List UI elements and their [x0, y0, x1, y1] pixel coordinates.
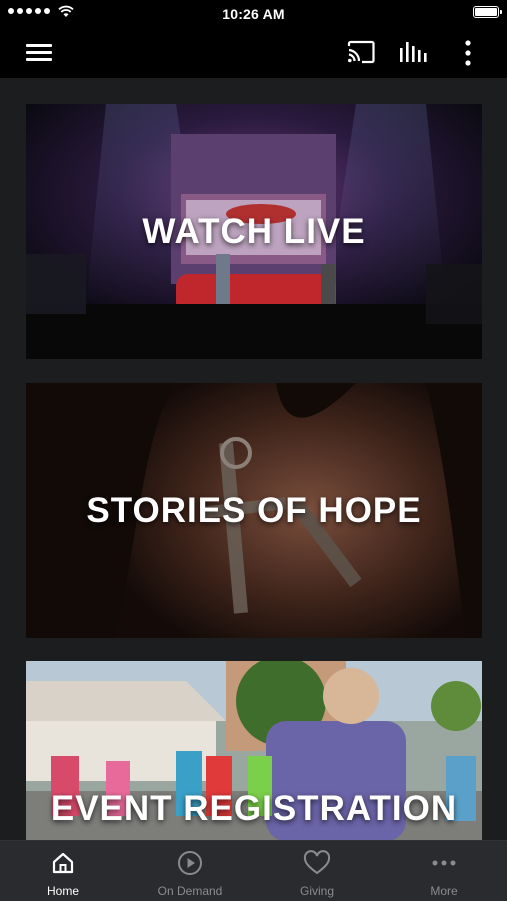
watch-live-title: WATCH LIVE [142, 211, 366, 251]
top-nav-bar [0, 28, 507, 78]
watch-live-tile[interactable]: WATCH LIVE [26, 104, 482, 359]
stories-of-hope-title: STORIES OF HOPE [86, 490, 422, 530]
stories-of-hope-tile[interactable]: STORIES OF HOPE [26, 383, 482, 638]
tab-home-label: Home [46, 884, 79, 898]
tab-on-demand[interactable]: On Demand [127, 841, 253, 901]
event-registration-tile[interactable]: EVENT REGISTRATION [26, 661, 482, 841]
tab-more[interactable]: More [381, 841, 507, 901]
tab-on-demand-label: On Demand [157, 884, 223, 898]
heart-icon [303, 850, 331, 875]
home-icon [52, 852, 74, 874]
audio-bars-icon[interactable] [398, 40, 430, 64]
vertical-dots-icon[interactable] [462, 40, 474, 66]
play-circle-icon [178, 851, 202, 875]
bottom-tab-bar: Home On Demand Giving More [0, 840, 507, 901]
cast-icon[interactable] [346, 40, 376, 64]
tab-giving[interactable]: Giving [254, 841, 380, 901]
tab-more-label: More [430, 884, 458, 898]
tab-giving-label: Giving [299, 884, 334, 898]
status-bar: 10:26 AM [0, 0, 507, 28]
more-dots-icon [432, 860, 456, 866]
tab-home[interactable]: Home [0, 841, 126, 901]
status-time: 10:26 AM [222, 6, 285, 22]
battery-icon [473, 6, 502, 18]
hamburger-menu-icon[interactable] [26, 41, 52, 63]
event-registration-title: EVENT REGISTRATION [50, 789, 458, 828]
